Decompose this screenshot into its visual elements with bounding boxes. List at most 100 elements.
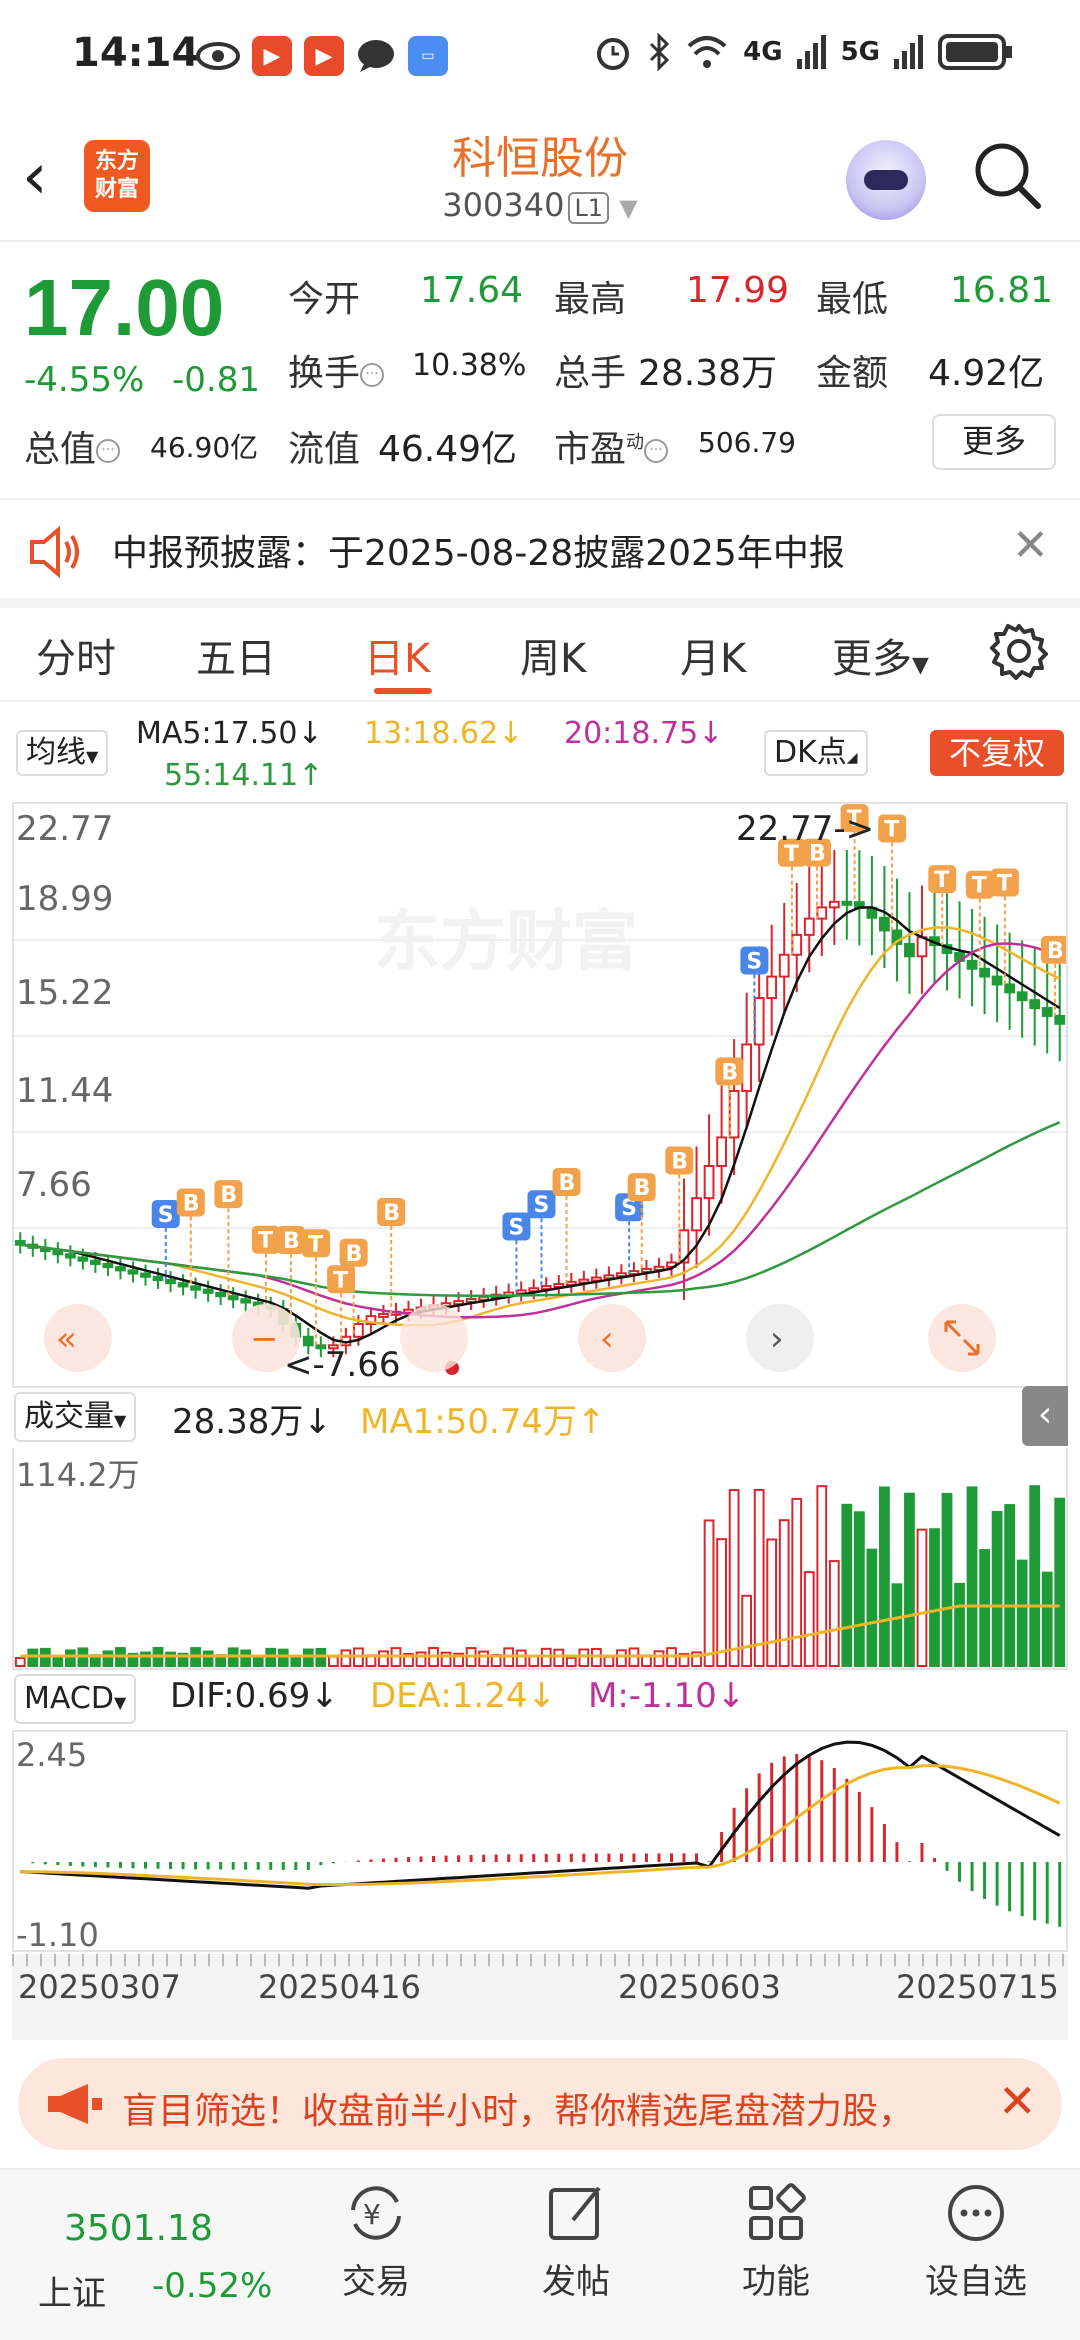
tab-daily-k[interactable]: 日K	[364, 626, 430, 684]
open-value: 17.64	[420, 270, 524, 311]
y-tick: 18.99	[16, 879, 113, 919]
candle-body	[753, 997, 765, 1046]
fullscreen-icon[interactable]	[928, 1304, 996, 1372]
more-quote-button[interactable]: 更多	[932, 414, 1056, 470]
trade-marker: T	[928, 865, 957, 946]
tab-five-day[interactable]: 五日	[196, 626, 276, 684]
volume-bar	[866, 1548, 878, 1667]
candle-body	[879, 916, 890, 932]
volume-bar	[616, 1649, 627, 1668]
macd-chart[interactable]: 2.45 -1.10	[12, 1730, 1068, 1954]
volume-bar	[528, 1655, 540, 1667]
robot-assistant-icon[interactable]	[846, 140, 926, 220]
level-badge: L1	[568, 192, 610, 224]
turnover-label[interactable]: 换手 ···	[288, 344, 385, 396]
close-icon[interactable]: ✕	[998, 2074, 1037, 2128]
total-mv-label[interactable]: 总值 ···	[24, 420, 121, 472]
volume-select[interactable]: 成交量▼	[14, 1392, 137, 1442]
adjust-button[interactable]: 不复权	[930, 730, 1064, 776]
volume-bar	[378, 1650, 389, 1668]
app-notification-icon: ▶	[304, 36, 344, 76]
volume-bar	[929, 1528, 940, 1668]
svg-text:S: S	[158, 1203, 174, 1228]
svg-text:B: B	[283, 1229, 300, 1254]
candle-body	[152, 1275, 164, 1282]
tab-weekly-k[interactable]: 周K	[520, 626, 586, 684]
alarm-icon	[597, 38, 630, 70]
candle-body	[1004, 983, 1016, 994]
info-icon: ···	[644, 439, 669, 463]
scroll-left-button[interactable]: ‹	[578, 1304, 646, 1372]
close-icon[interactable]: ✕	[1012, 520, 1049, 571]
volume-bar	[1016, 1559, 1028, 1667]
pe-label[interactable]: 市盈动 ···	[554, 420, 669, 472]
dk-point-select[interactable]: DK点◢	[764, 730, 868, 776]
promo-banner[interactable]: 盲目筛选！收盘前半小时，帮你精选尾盘潜力股， ✕	[18, 2058, 1062, 2150]
status-system-icons: 4G 5G	[593, 32, 1014, 72]
trade-marker: S	[615, 1193, 644, 1274]
chat-icon	[358, 40, 394, 72]
candle-body	[378, 1312, 389, 1318]
candle-body	[741, 1043, 753, 1092]
nav-add-watchlist[interactable]: 设自选	[896, 2180, 1056, 2303]
tab-intraday[interactable]: 分时	[36, 626, 116, 684]
volume-bar	[816, 1485, 828, 1668]
trade-marker: S	[151, 1200, 180, 1281]
total-mv-value: 46.90亿	[150, 431, 259, 464]
scroll-left-fast-button[interactable]: «	[44, 1304, 112, 1372]
svg-text:B: B	[346, 1242, 363, 1267]
nav-post[interactable]: 发帖	[496, 2180, 656, 2303]
candle-body	[791, 933, 803, 956]
volume-bar	[991, 1510, 1003, 1668]
collapse-panel-button[interactable]: ‹	[1022, 1386, 1068, 1446]
amount-label: 金额	[816, 353, 889, 394]
nav-functions[interactable]: 功能	[696, 2180, 856, 2303]
nav-trade[interactable]: ¥ 交易	[296, 2180, 456, 2303]
x-date: 20250603	[618, 1968, 781, 2006]
promo-text: 盲目筛选！收盘前半小时，帮你精选尾盘潜力股，	[122, 2091, 915, 2132]
notice-bar[interactable]: 中报预披露：于2025-08-28披露2025年中报 ✕	[0, 498, 1080, 598]
volume-bar	[202, 1650, 214, 1667]
candle-body	[728, 1089, 740, 1139]
ma20-value: 20:18.75↓	[564, 716, 724, 751]
pe-value: 506.79	[698, 426, 796, 459]
float-mv-label: 流值	[288, 429, 361, 470]
candle-body	[140, 1272, 151, 1278]
divider	[0, 700, 1080, 702]
app-notification-icon: ▭	[408, 36, 448, 76]
tab-monthly-k[interactable]: 月K	[680, 626, 746, 684]
trade-marker: T	[878, 814, 907, 931]
volume-label: 总手	[554, 353, 627, 394]
change-amount: -0.81	[172, 360, 260, 400]
nav-add-watchlist-label: 设自选	[925, 2262, 1027, 2302]
candle-body	[766, 975, 778, 1000]
notice-text: 中报预披露：于2025-08-28披露2025年中报	[112, 533, 845, 574]
macd-select[interactable]: MACD▼	[14, 1674, 137, 1724]
tab-more[interactable]: 更多▼	[832, 626, 929, 684]
volume-chart[interactable]: 114.2万	[12, 1448, 1068, 1670]
volume-bar	[766, 1538, 778, 1667]
stock-header: ‹ 东方 财富 科恒股份 300340 L1 ▼	[0, 110, 1080, 240]
indicator-select[interactable]: 均线▼	[16, 730, 109, 776]
candle-body	[803, 917, 815, 936]
kline-chart[interactable]: 东方财富 SBBTBTTBBSSBSBBBSTBTTTTTB 22.77 18.…	[12, 802, 1069, 1388]
zoom-out-button[interactable]: −	[232, 1304, 300, 1372]
search-icon[interactable]	[972, 140, 1042, 210]
signal-icon	[796, 35, 826, 69]
ma-legend-row: 均线▼ MA5:17.50↓ 13:18.62↓ 20:18.75↓ 55:14…	[0, 708, 1080, 798]
candle-body	[353, 1323, 364, 1338]
network-4g-label: 4G	[743, 37, 783, 67]
svg-text:T: T	[997, 871, 1012, 896]
scroll-right-button[interactable]: ›	[746, 1304, 814, 1372]
index-value: 3501.18	[64, 2208, 213, 2249]
x-date: 20250715	[896, 1968, 1059, 2006]
low-value: 16.81	[950, 270, 1054, 311]
svg-text:S: S	[508, 1216, 524, 1241]
gear-icon[interactable]	[990, 622, 1048, 680]
volume-bar	[27, 1648, 39, 1668]
candle-body	[77, 1256, 89, 1262]
candle-body	[716, 1136, 727, 1168]
volume-bar	[879, 1486, 890, 1667]
zoom-in-button[interactable]	[400, 1304, 468, 1372]
macd-legend-row: MACD▼ DIF:0.69↓ DEA:1.24↓ M:-1.10↓	[0, 1674, 1080, 1730]
